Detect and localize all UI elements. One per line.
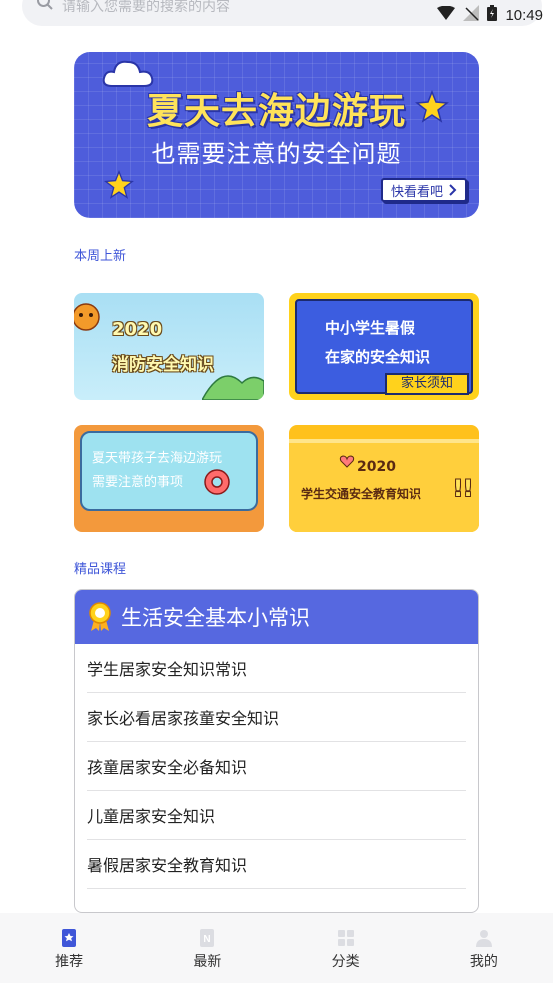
- section-premium-label: 精品课程: [74, 562, 127, 577]
- status-time: 10:49: [505, 6, 543, 24]
- card-subtitle: 需要注意的事项: [92, 475, 184, 490]
- course-item[interactable]: 儿童居家安全知识: [87, 791, 466, 840]
- chevron-right-icon: [449, 184, 457, 196]
- hero-cta-label: 快看看吧: [390, 184, 443, 200]
- bottom-nav: 推荐 N 最新 分类 我的: [0, 913, 553, 983]
- card-tag: 家长须知: [385, 373, 469, 395]
- new-icon: N: [200, 929, 215, 947]
- no-signal-icon: [463, 5, 480, 25]
- course-item[interactable]: 暑假居家安全教育知识: [87, 840, 466, 889]
- hero-title: 夏天去海边游玩: [146, 91, 406, 132]
- weekly-card-summer-home[interactable]: 中小学生暑假 在家的安全知识 家长须知: [289, 293, 479, 400]
- card-year: 2020: [112, 319, 163, 340]
- sun-icon: [74, 303, 100, 331]
- svg-text:N: N: [204, 934, 211, 945]
- weekly-card-fire-safety[interactable]: 2020 消防安全知识: [74, 293, 264, 400]
- card-year: 2020: [357, 459, 396, 475]
- nav-label: 推荐: [55, 954, 84, 970]
- hero-subtitle: 也需要注意的安全问题: [151, 140, 402, 168]
- battery-icon: [487, 5, 498, 25]
- section-weekly-label: 本周上新: [74, 249, 127, 264]
- medal-icon: [89, 602, 111, 631]
- bookmark-icon: [62, 929, 77, 947]
- course-panel: 生活安全基本小常识 学生居家安全知识常识 家长必看居家孩童安全知识 孩童居家安全…: [74, 589, 479, 913]
- card-title: 学生交通安全教育知识: [301, 487, 422, 501]
- weekly-card-beach-trip[interactable]: 夏天带孩子去海边游玩 需要注意的事项: [74, 425, 264, 532]
- hero-cta-button[interactable]: 快看看吧: [380, 178, 467, 202]
- status-bar: 10:49: [437, 4, 543, 26]
- weekly-card-traffic-safety[interactable]: 2020 学生交通安全教育知识 !!: [289, 425, 479, 532]
- nav-item-mine[interactable]: 我的: [444, 927, 524, 971]
- grid-icon: [337, 930, 354, 946]
- nav-label: 分类: [331, 954, 360, 970]
- search-icon: [36, 0, 54, 15]
- course-item[interactable]: 学生居家安全知识常识: [87, 644, 466, 693]
- card-title: 中小学生暑假: [325, 319, 416, 337]
- exclamation-icon: !!: [453, 477, 474, 502]
- nav-label: 最新: [193, 954, 222, 970]
- nav-item-category[interactable]: 分类: [306, 927, 386, 971]
- heart-icon: [339, 455, 355, 468]
- course-item[interactable]: 孩童居家安全必备知识: [87, 742, 466, 791]
- search-placeholder: 请输入您需要的搜索的内容: [62, 0, 230, 15]
- swim-ring-icon: [204, 469, 230, 495]
- course-item[interactable]: 家长必看居家孩童安全知识: [87, 693, 466, 742]
- user-icon: [475, 930, 492, 947]
- card-title: 夏天带孩子去海边游玩: [92, 451, 223, 466]
- course-list: 学生居家安全知识常识 家长必看居家孩童安全知识 孩童居家安全必备知识 儿童居家安…: [75, 644, 478, 889]
- nav-item-latest[interactable]: N 最新: [167, 927, 247, 971]
- course-panel-header: 生活安全基本小常识: [75, 590, 478, 644]
- hero-banner[interactable]: 夏天去海边游玩 也需要注意的安全问题 快看看吧: [74, 52, 479, 218]
- wifi-icon: [437, 5, 456, 24]
- course-panel-title: 生活安全基本小常识: [121, 606, 310, 630]
- card-subtitle: 在家的安全知识: [325, 348, 431, 366]
- nav-item-recommend[interactable]: 推荐: [29, 927, 109, 971]
- star-icon: [104, 170, 134, 199]
- card-title: 消防安全知识: [112, 355, 214, 375]
- nav-label: 我的: [469, 954, 498, 970]
